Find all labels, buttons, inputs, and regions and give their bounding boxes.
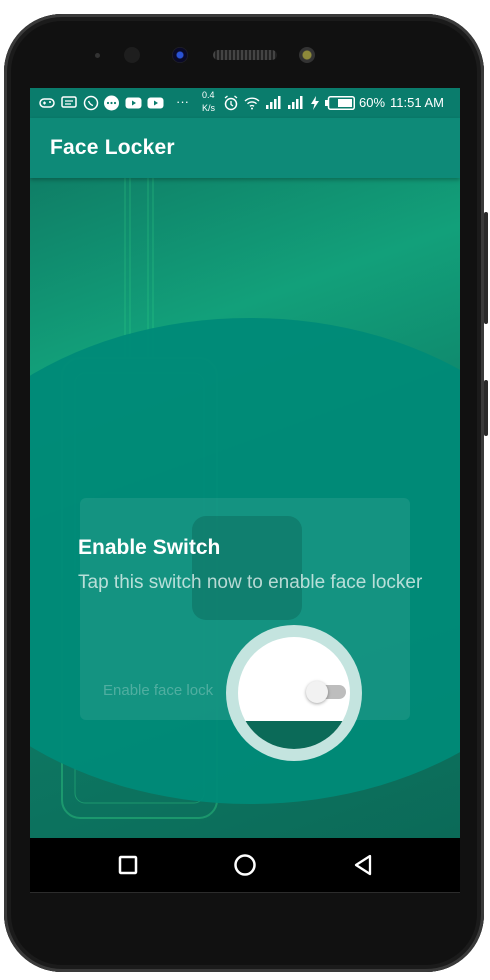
battery-percentage: 60% <box>359 95 386 110</box>
recent-apps-icon[interactable] <box>113 850 143 880</box>
face-thumbnail <box>192 516 302 620</box>
home-icon[interactable] <box>230 850 260 880</box>
signal-icon-2 <box>288 96 303 109</box>
main-content: Enable face lock Enable Switch Tap this … <box>30 178 460 838</box>
earpiece-speaker <box>213 50 277 60</box>
card-edge <box>238 721 350 749</box>
battery-icon <box>325 96 355 110</box>
whatsapp-icon <box>83 95 99 111</box>
tutorial-description: Tap this switch now to enable face locke… <box>78 572 423 593</box>
enable-switch-thumb[interactable] <box>306 681 328 703</box>
status-bar: ··· 0.4 K/s 60% 11:51 AM <box>30 88 460 118</box>
proximity-sensor <box>124 47 140 63</box>
message-icon <box>61 96 77 108</box>
app-title: Face Locker <box>50 136 175 159</box>
alarm-icon <box>224 95 238 111</box>
net-speed-value: 0.4 <box>202 90 215 100</box>
youtube-icon <box>125 97 142 109</box>
screen: ··· 0.4 K/s 60% 11:51 AM Face Locker Ena… <box>30 88 460 838</box>
chat-bubble-icon <box>104 95 119 111</box>
signal-icon <box>266 96 281 109</box>
volume-button <box>484 212 488 324</box>
front-camera <box>172 47 188 63</box>
wifi-icon <box>244 97 260 110</box>
navigation-bar <box>30 838 460 892</box>
charging-icon <box>311 96 319 110</box>
tutorial-title: Enable Switch <box>78 536 221 559</box>
tutorial-target-ring[interactable] <box>226 625 362 761</box>
sensor-dot <box>95 53 100 58</box>
front-flash <box>299 47 315 63</box>
enable-face-lock-label: Enable face lock <box>103 682 214 699</box>
app-bar: Face Locker <box>30 118 460 178</box>
more-notifications-indicator: ··· <box>176 94 189 109</box>
youtube-icon-2 <box>147 97 164 109</box>
back-icon[interactable] <box>348 850 378 880</box>
net-speed-unit: K/s <box>202 103 216 113</box>
power-button <box>484 380 488 436</box>
tutorial-target-focus[interactable] <box>238 637 350 749</box>
chin-divider <box>30 892 460 893</box>
game-controller-icon <box>39 98 55 108</box>
clock: 11:51 AM <box>390 95 444 110</box>
